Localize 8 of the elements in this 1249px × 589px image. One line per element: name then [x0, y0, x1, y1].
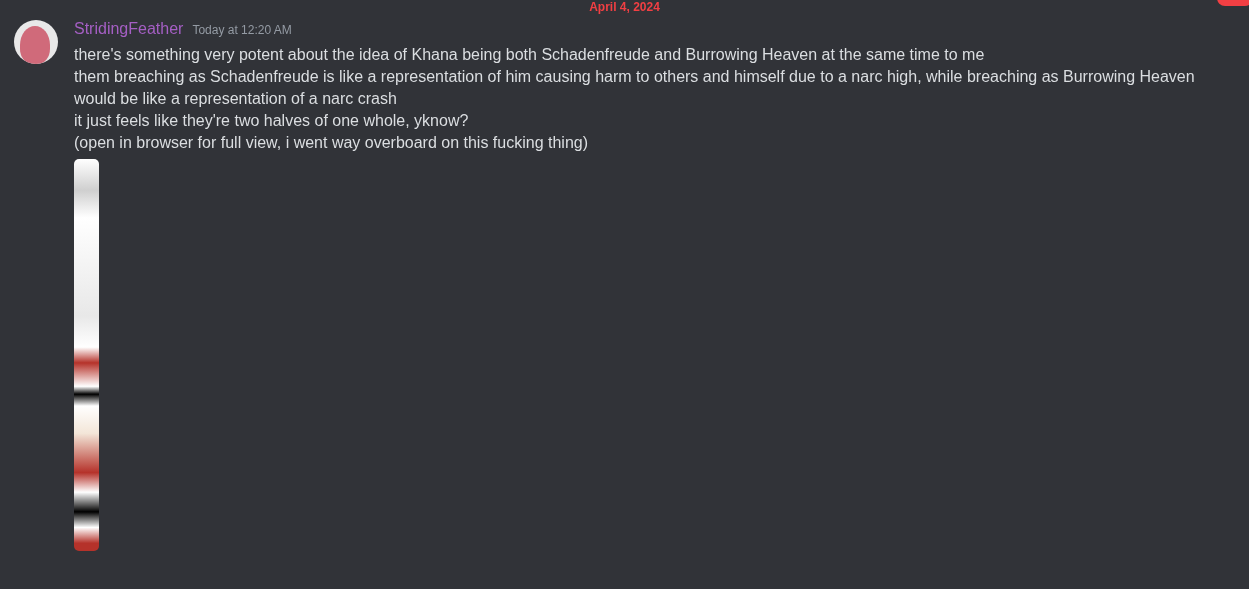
- message-text: (open in browser for full view, i went way overboard on this fucking thing): [74, 133, 590, 153]
- username[interactable]: StridingFeather: [74, 20, 184, 38]
- avatar[interactable]: [14, 20, 58, 64]
- message-text: it just feels like they're two halves of one whole, yknow?: [74, 111, 470, 131]
- message-text: there's something very potent about the idea of Khana being both Schadenfreude and Burrowing Heaven at the same time to me: [74, 45, 986, 65]
- image-attachment[interactable]: [74, 159, 99, 551]
- date-divider: April 4, 2024: [589, 0, 660, 14]
- timestamp: Today at 12:20 AM: [192, 23, 292, 37]
